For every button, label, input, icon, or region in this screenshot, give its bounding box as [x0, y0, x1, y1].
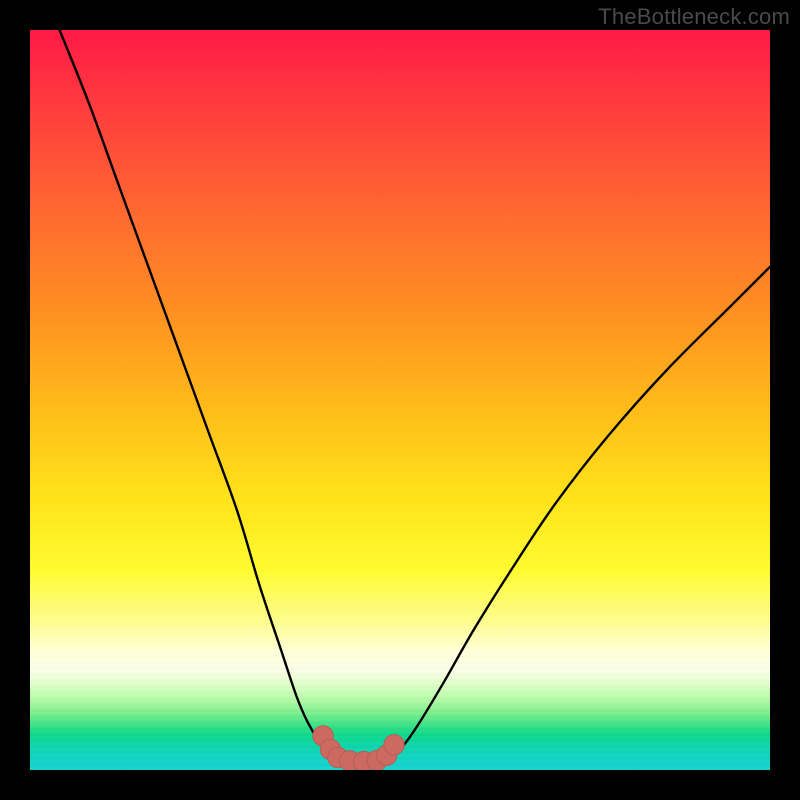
curve-left-branch: [60, 30, 338, 759]
watermark-text: TheBottleneck.com: [598, 4, 790, 30]
plot-area: [30, 30, 770, 770]
valley-marker: [384, 735, 404, 755]
curve-right-branch: [385, 267, 770, 759]
valley-markers: [313, 726, 404, 770]
curve-layer: [30, 30, 770, 770]
chart-frame: TheBottleneck.com: [0, 0, 800, 800]
